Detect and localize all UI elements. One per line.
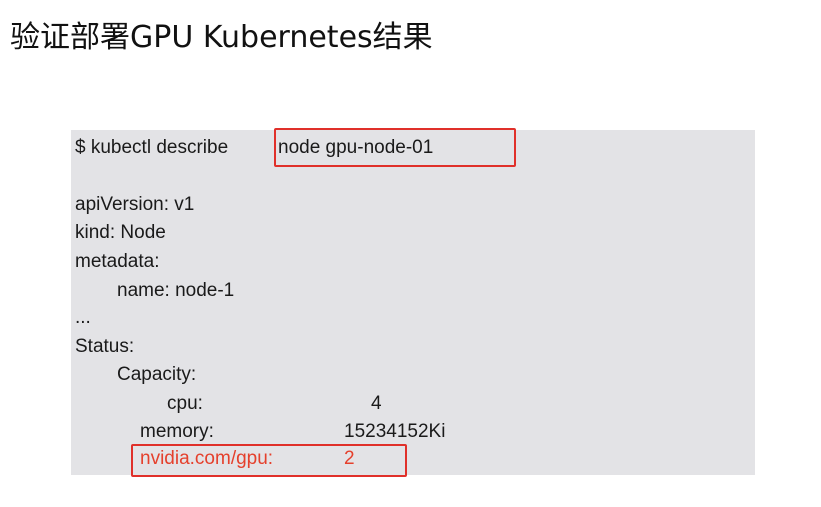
- api-version-line: apiVersion: v1: [75, 194, 195, 215]
- slide-title: 验证部署GPU Kubernetes结果: [10, 20, 433, 55]
- ellipsis-line: ...: [75, 307, 91, 328]
- command-prefix: $ kubectl describe: [75, 137, 229, 158]
- gpu-line-highlight: [131, 444, 407, 477]
- capacity-line: Capacity:: [117, 364, 197, 385]
- name-line: name: node-1: [117, 280, 235, 301]
- memory-value: 15234152Ki: [344, 421, 446, 442]
- command-target-highlight: [274, 128, 516, 167]
- cpu-key: cpu:: [167, 393, 203, 414]
- cpu-value: 4: [371, 393, 382, 414]
- status-line: Status:: [75, 336, 135, 357]
- kind-line: kind: Node: [75, 222, 166, 243]
- metadata-line: metadata:: [75, 251, 160, 272]
- memory-key: memory:: [140, 421, 214, 442]
